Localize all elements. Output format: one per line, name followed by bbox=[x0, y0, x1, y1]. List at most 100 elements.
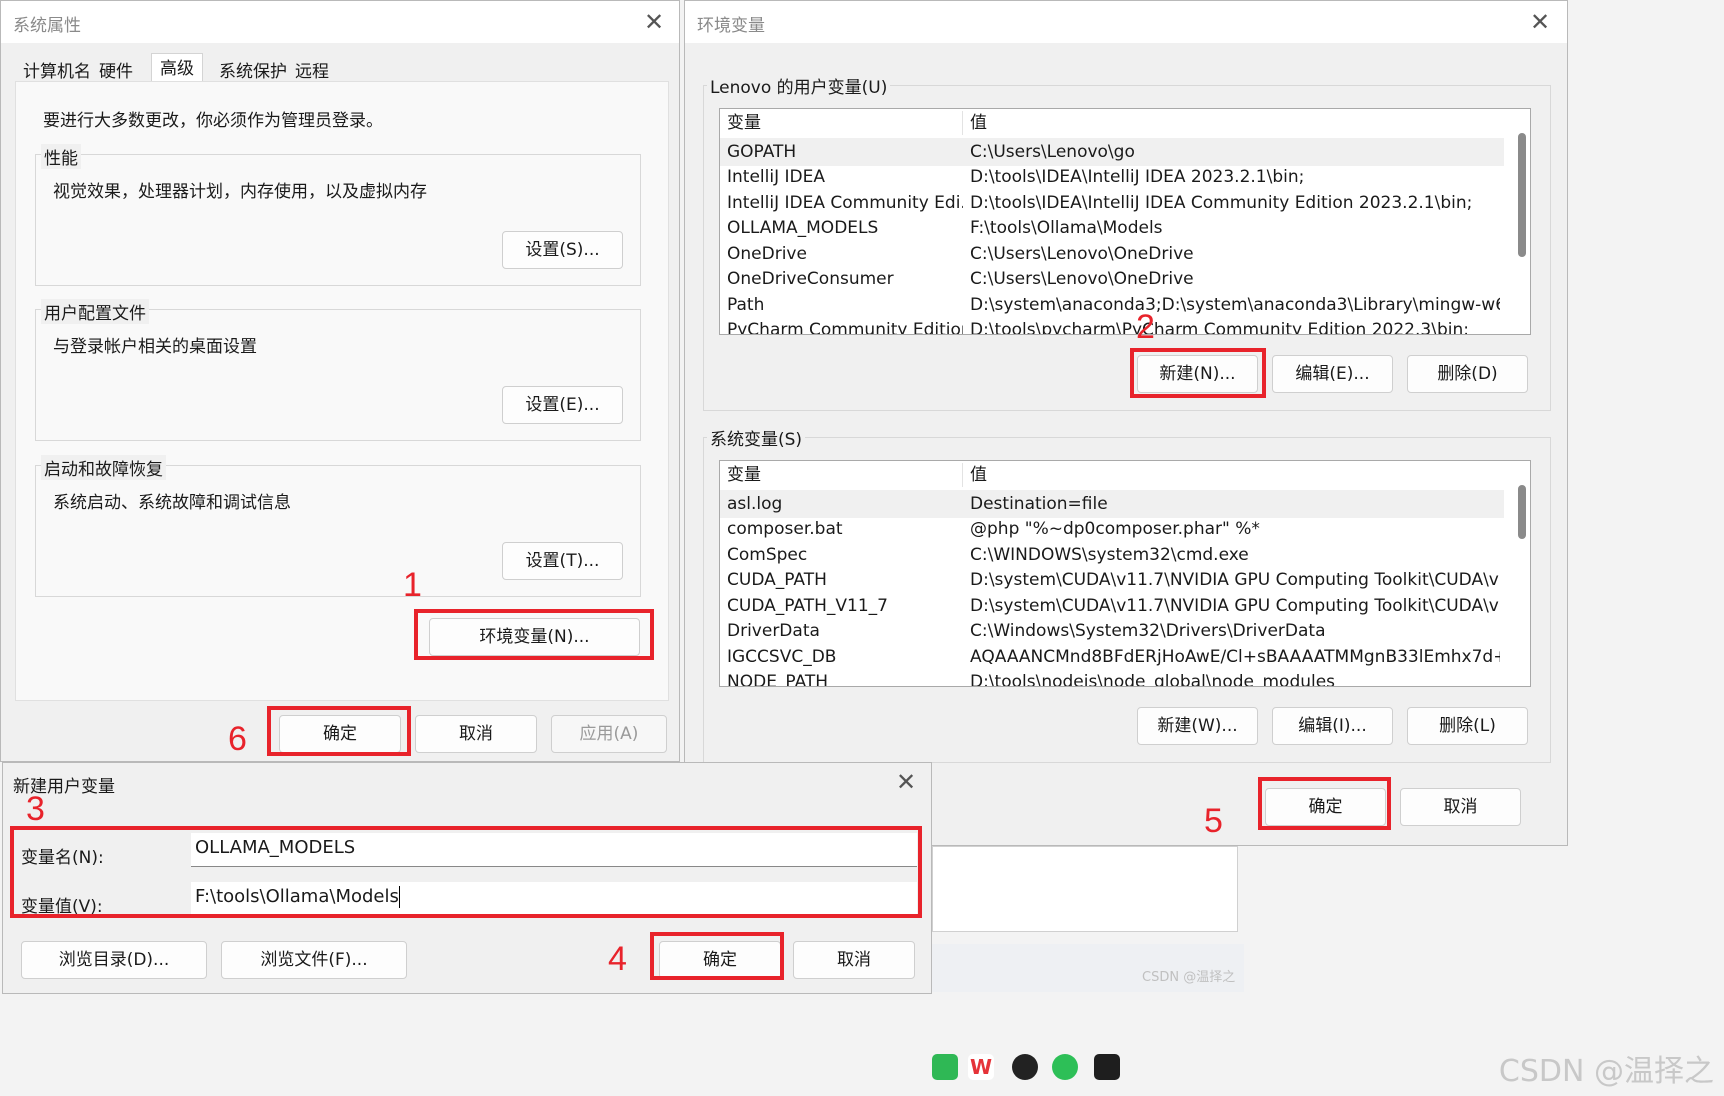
list-item[interactable]: GOPATH C:\Users\Lenovo\go bbox=[720, 138, 1504, 166]
variable-name: GOPATH bbox=[727, 142, 797, 162]
list-item[interactable]: OLLAMA_MODELS F:\tools\Ollama\Models bbox=[720, 214, 1504, 242]
variable-name: CUDA_PATH bbox=[727, 570, 827, 590]
variable-name: IntelliJ IDEA Community Edi... bbox=[727, 193, 963, 213]
variable-value-value: F:\tools\Ollama\Models bbox=[195, 886, 399, 907]
environment-variables-window: 环境变量 ✕ Lenovo 的用户变量(U) 变量 值 GOPATH C:\Use… bbox=[684, 0, 1568, 846]
taskbar-watermark: CSDN @温择之 bbox=[1142, 970, 1236, 985]
watermark: CSDN @温择之 bbox=[1498, 1054, 1714, 1089]
variable-name: CUDA_PATH_V11_7 bbox=[727, 596, 888, 616]
system-new-button[interactable]: 新建(W)... bbox=[1137, 707, 1258, 745]
variable-value: @php "%~dp0composer.phar" %* bbox=[970, 519, 1260, 539]
titlebar: 新建用户变量 ✕ bbox=[3, 763, 931, 803]
user-edit-button[interactable]: 编辑(E)... bbox=[1272, 355, 1393, 393]
variable-value: Destination=file bbox=[970, 494, 1108, 514]
variable-value: C:\Windows\System32\Drivers\DriverData bbox=[970, 621, 1326, 641]
user-variables-list[interactable]: 变量 值 GOPATH C:\Users\Lenovo\go IntelliJ I… bbox=[719, 108, 1531, 335]
close-icon[interactable]: ✕ bbox=[639, 7, 669, 37]
step-number-5: 5 bbox=[1204, 802, 1223, 840]
close-icon[interactable]: ✕ bbox=[1525, 7, 1555, 37]
variable-value: C:\WINDOWS\system32\cmd.exe bbox=[970, 545, 1249, 565]
column-variable[interactable]: 变量 bbox=[727, 461, 963, 489]
list-item[interactable]: composer.bat @php "%~dp0composer.phar" %* bbox=[720, 515, 1504, 543]
list-item[interactable]: OneDriveConsumer C:\Users\Lenovo\OneDrive bbox=[720, 265, 1504, 293]
variable-value: D:\system\CUDA\v11.7\NVIDIA GPU Computin… bbox=[970, 570, 1500, 590]
apply-button[interactable]: 应用(A) bbox=[551, 715, 667, 753]
variable-value: F:\tools\Ollama\Models bbox=[970, 218, 1163, 238]
variable-value: C:\Users\Lenovo\OneDrive bbox=[970, 244, 1194, 264]
cancel-button[interactable]: 取消 bbox=[1400, 788, 1521, 826]
column-value[interactable]: 值 bbox=[970, 109, 1500, 137]
browse-file-button[interactable]: 浏览文件(F)... bbox=[221, 941, 407, 979]
ok-button[interactable]: 确定 bbox=[279, 715, 401, 753]
qq-icon[interactable] bbox=[1012, 1054, 1038, 1080]
ok-button[interactable]: 确定 bbox=[1265, 788, 1386, 826]
column-variable[interactable]: 变量 bbox=[727, 109, 963, 137]
scrollbar-thumb[interactable] bbox=[1518, 485, 1526, 539]
system-delete-button[interactable]: 删除(L) bbox=[1407, 707, 1528, 745]
step-number-2: 2 bbox=[1136, 308, 1155, 346]
list-item[interactable]: IGCCSVC_DB AQAAANCMnd8BFdERjHoAwE/Cl+sBAA… bbox=[720, 643, 1504, 671]
list-item[interactable]: PyCharm Community Edition D:\tools\pychar… bbox=[720, 316, 1504, 335]
user-profiles-settings-button[interactable]: 设置(E)... bbox=[502, 386, 623, 424]
list-header: 变量 值 bbox=[720, 109, 1504, 137]
titlebar: 环境变量 ✕ bbox=[685, 1, 1567, 43]
variable-value: AQAAANCMnd8BFdERjHoAwE/Cl+sBAAAATMMgnB33… bbox=[970, 647, 1500, 667]
performance-desc: 视觉效果，处理器计划，内存使用，以及虚拟内存 bbox=[53, 182, 427, 202]
list-item[interactable]: CUDA_PATH D:\system\CUDA\v11.7\NVIDIA GPU… bbox=[720, 566, 1504, 594]
list-item[interactable]: Path D:\system\anaconda3;D:\system\anacon… bbox=[720, 291, 1504, 319]
window-title: 系统属性 bbox=[13, 16, 81, 36]
list-item[interactable]: IntelliJ IDEA D:\tools\IDEA\IntelliJ IDEA… bbox=[720, 163, 1504, 191]
user-new-button[interactable]: 新建(N)... bbox=[1137, 355, 1258, 393]
text-caret bbox=[398, 886, 400, 908]
ok-button[interactable]: 确定 bbox=[659, 941, 781, 979]
variable-name: PyCharm Community Edition bbox=[727, 320, 963, 335]
list-item[interactable]: IntelliJ IDEA Community Edi... D:\tools\I… bbox=[720, 189, 1504, 217]
column-value[interactable]: 值 bbox=[970, 461, 1500, 489]
column-separator bbox=[962, 463, 963, 487]
list-item[interactable]: ComSpec C:\WINDOWS\system32\cmd.exe bbox=[720, 541, 1504, 569]
user-variables-label: Lenovo 的用户变量(U) bbox=[707, 73, 891, 98]
scrollbar-thumb[interactable] bbox=[1518, 133, 1526, 257]
startup-recovery-label: 启动和故障恢复 bbox=[41, 455, 166, 480]
variable-name-value: OLLAMA_MODELS bbox=[195, 837, 356, 858]
variable-value-input[interactable]: F:\tools\Ollama\Models bbox=[191, 882, 917, 916]
system-variables-list[interactable]: 变量 值 asl.log Destination=file composer.ba… bbox=[719, 460, 1531, 687]
list-item[interactable]: NODE_PATH D:\tools\nodejs\node_global\nod… bbox=[720, 668, 1504, 687]
terminal-icon[interactable] bbox=[1094, 1054, 1120, 1080]
startup-recovery-settings-button[interactable]: 设置(T)... bbox=[502, 542, 623, 580]
step-number-4: 4 bbox=[608, 940, 627, 978]
step-number-1: 1 bbox=[403, 566, 422, 604]
list-item[interactable]: CUDA_PATH_V11_7 D:\system\CUDA\v11.7\NVID… bbox=[720, 592, 1504, 620]
variable-value-label: 变量值(V): bbox=[21, 897, 103, 917]
variable-value: D:\tools\nodejs\node_global\node_modules bbox=[970, 672, 1336, 687]
step-number-6: 6 bbox=[228, 720, 247, 758]
cancel-button[interactable]: 取消 bbox=[793, 941, 915, 979]
wps-icon[interactable]: W bbox=[968, 1054, 994, 1080]
user-delete-button[interactable]: 删除(D) bbox=[1407, 355, 1528, 393]
close-icon[interactable]: ✕ bbox=[891, 767, 921, 797]
variable-name: OLLAMA_MODELS bbox=[727, 218, 879, 238]
wechat-icon[interactable] bbox=[1052, 1054, 1078, 1080]
browse-directory-button[interactable]: 浏览目录(D)... bbox=[21, 941, 207, 979]
step-number-3: 3 bbox=[26, 790, 45, 828]
variable-name: composer.bat bbox=[727, 519, 843, 539]
variable-name-input[interactable]: OLLAMA_MODELS bbox=[191, 833, 917, 867]
variable-name-label: 变量名(N): bbox=[21, 848, 104, 868]
performance-settings-button[interactable]: 设置(S)... bbox=[502, 231, 623, 269]
variable-value: C:\Users\Lenovo\go bbox=[970, 142, 1135, 162]
cancel-button[interactable]: 取消 bbox=[415, 715, 537, 753]
list-item[interactable]: OneDrive C:\Users\Lenovo\OneDrive bbox=[720, 240, 1504, 268]
variable-name: OneDrive bbox=[727, 244, 807, 264]
variable-value: D:\tools\IDEA\IntelliJ IDEA Community Ed… bbox=[970, 193, 1473, 213]
user-profiles-label: 用户配置文件 bbox=[41, 299, 149, 324]
list-item[interactable]: asl.log Destination=file bbox=[720, 490, 1504, 518]
variable-name: NODE_PATH bbox=[727, 672, 829, 687]
window-title: 环境变量 bbox=[697, 16, 765, 36]
list-item[interactable]: DriverData C:\Windows\System32\Drivers\Dr… bbox=[720, 617, 1504, 645]
variable-name: DriverData bbox=[727, 621, 820, 641]
environment-variables-button[interactable]: 环境变量(N)... bbox=[429, 618, 640, 656]
new-user-variable-dialog: 新建用户变量 ✕ 变量名(N): OLLAMA_MODELS 变量值(V): F… bbox=[2, 762, 932, 994]
system-edit-button[interactable]: 编辑(I)... bbox=[1272, 707, 1393, 745]
startup-recovery-desc: 系统启动、系统故障和调试信息 bbox=[53, 493, 291, 513]
wechat-work-icon[interactable] bbox=[932, 1054, 958, 1080]
